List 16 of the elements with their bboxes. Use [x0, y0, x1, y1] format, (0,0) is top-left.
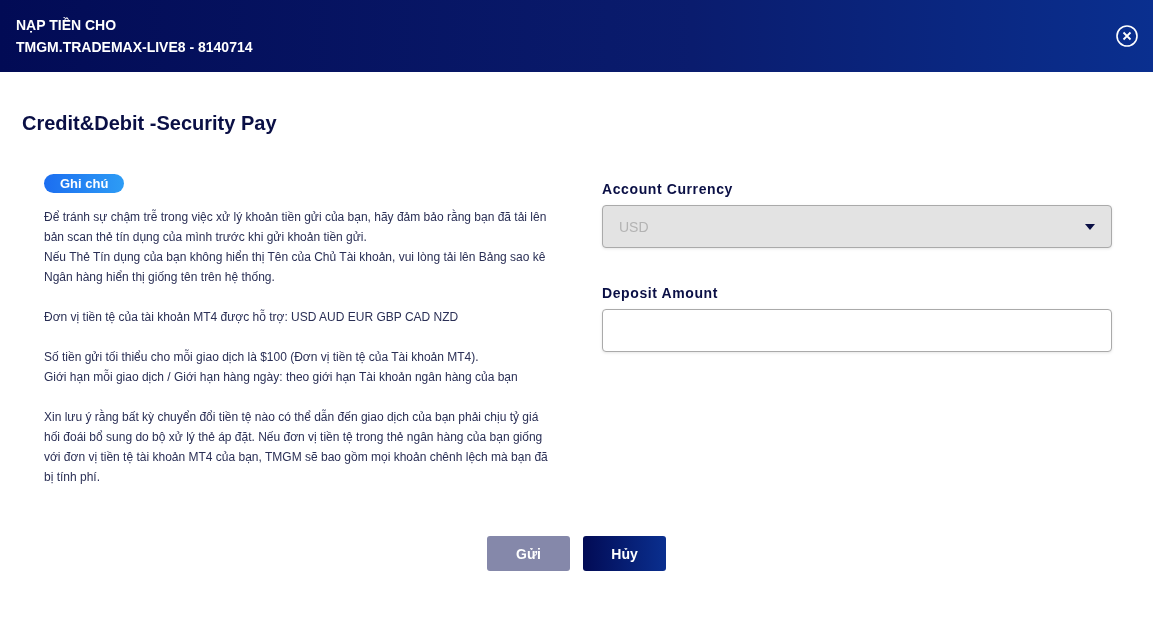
- close-button[interactable]: [1115, 24, 1139, 48]
- cancel-button[interactable]: Hủy: [583, 536, 666, 571]
- note-text: Nếu Thẻ Tín dụng của bạn không hiển thị Tên của Chủ Tài khoản, vui lòng tải lên Bảng sao kê Ngân hàng hiển thị giống tên trên hệ thống.: [44, 249, 547, 286]
- page-title: Credit&Debit -Security Pay: [21, 111, 278, 134]
- field-label: Deposit Amount: [602, 285, 719, 301]
- amount-input[interactable]: [602, 309, 1112, 352]
- field-label: Account Currency: [602, 181, 734, 197]
- dialog-title: TMGM.TRADEMAX-LIVE8 - 8140714: [16, 39, 253, 55]
- caret-icon: [1085, 223, 1095, 230]
- dialog-title: NẠP TIỀN CHO: [16, 17, 118, 33]
- note-badge: Ghi chú: [44, 174, 125, 193]
- note-text: Số tiền gửi tối thiểu cho mỗi giao dịch là $100 (Đơn vị tiền tệ của Tài khoản MT4).: [44, 348, 480, 366]
- note-text: Đơn vị tiền tệ của tài khoản MT4 được hỗ trợ: USD AUD EUR GBP CAD NZD: [44, 308, 460, 326]
- note-text: Để tránh sự chậm trễ trong việc xử lý khoản tiền gửi của bạn, hãy đảm bảo rằng bạn đã tải lên bản scan thẻ tín dụng của mình trước khi gửi khoản tiền gửi.: [44, 208, 548, 246]
- note-text: Xin lưu ý rằng bất kỳ chuyển đổi tiền tệ nào có thể dẫn đến giao dịch của bạn phải chịu tỷ giá hối đoái bổ sung do bộ xử lý thẻ áp đặt. Nếu đơn vị tiền tệ trong thẻ ngân hàng của bạn giống với đơn vị tiền tệ tài khoản MT4 của bạn, TMGM sẽ bao gồm mọi khoản chênh lệch mà bạn đã bị tính phí.: [44, 408, 549, 486]
- note-text: Giới hạn mỗi giao dịch / Giới hạn hàng ngày: theo giới hạn Tài khoản ngân hàng của bạn: [44, 368, 519, 386]
